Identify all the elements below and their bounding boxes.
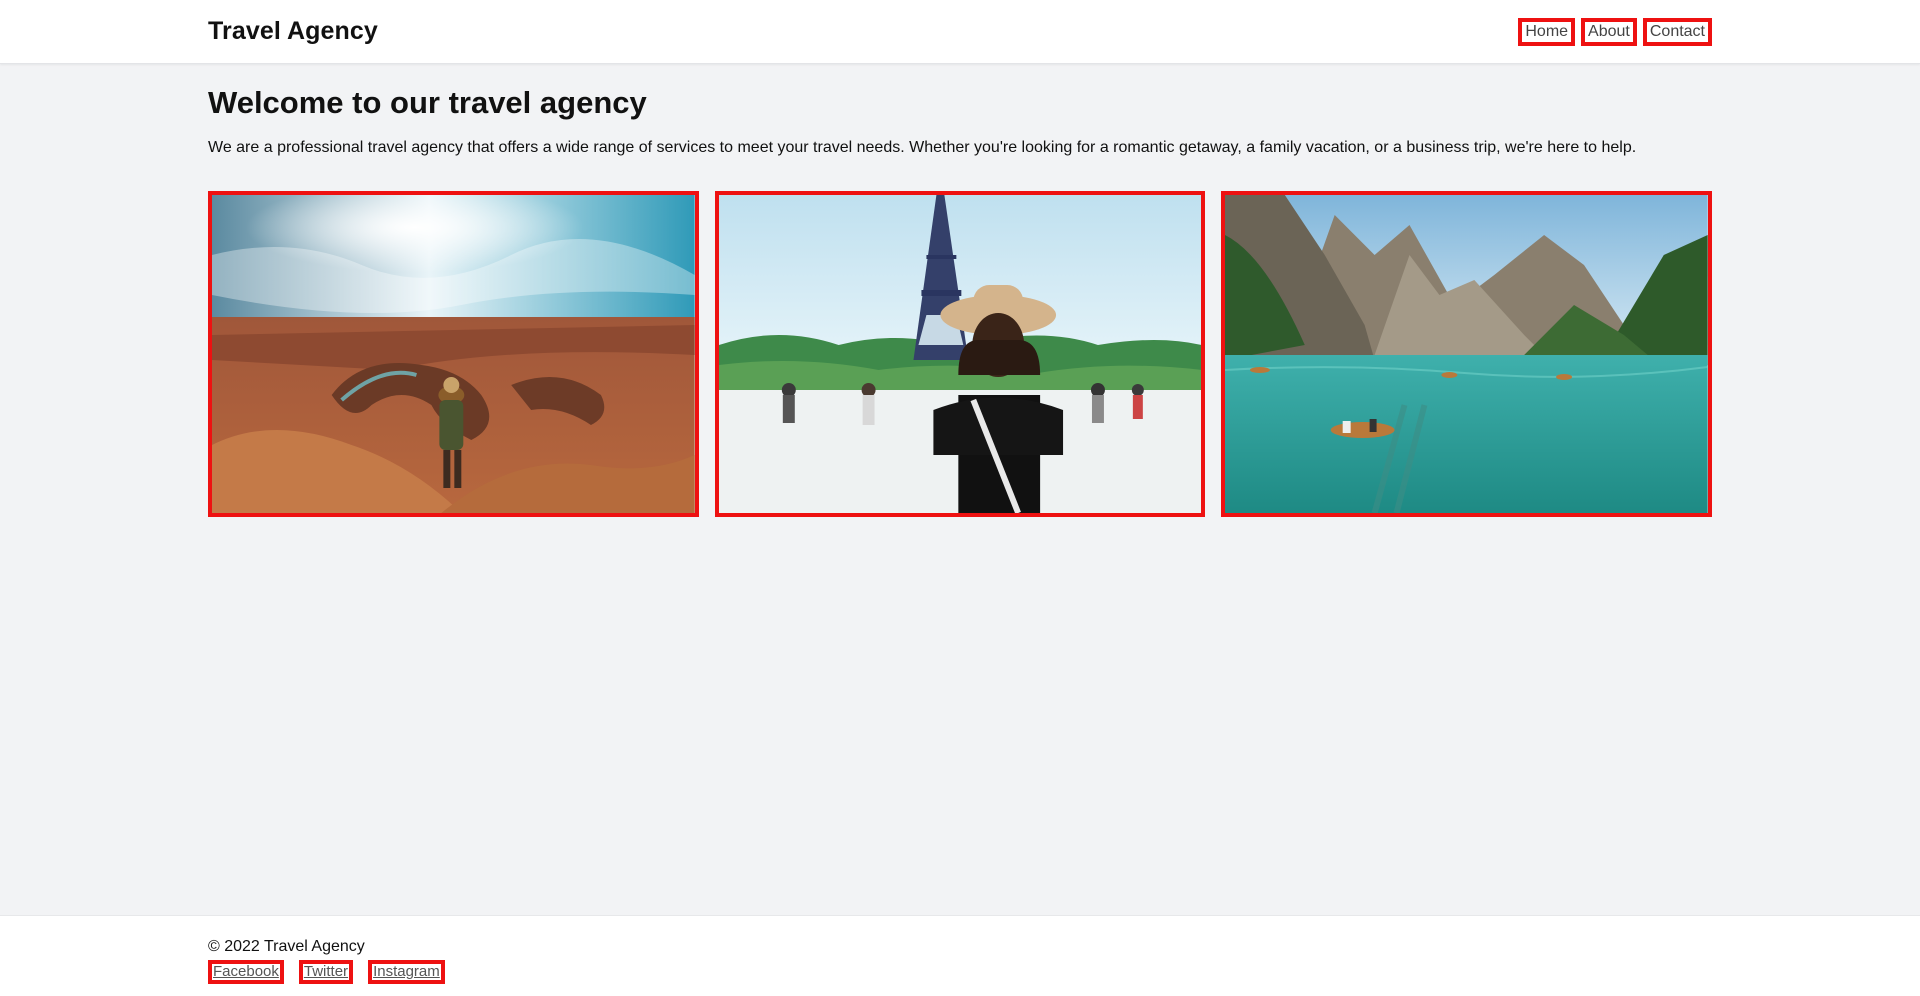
eiffel-tower-photo[interactable] xyxy=(714,191,1206,517)
page-title: Welcome to our travel agency xyxy=(208,85,647,120)
nav-home-link[interactable]: Home xyxy=(1518,17,1576,46)
site-brand[interactable]: Travel Agency xyxy=(208,17,378,46)
instagram-link[interactable]: Instagram xyxy=(368,960,445,984)
main-nav: Home About Contact xyxy=(1518,17,1712,46)
facebook-link[interactable]: Facebook xyxy=(208,960,284,984)
intro-paragraph: We are a professional travel agency that… xyxy=(208,139,1637,156)
nav-contact-link[interactable]: Contact xyxy=(1642,17,1712,46)
main-content: Welcome to our travel agency We are a pr… xyxy=(0,64,1920,517)
canyon-photo[interactable] xyxy=(208,191,699,517)
copyright-text: © 2022 Travel Agency xyxy=(208,938,365,955)
mountain-lake-photo[interactable] xyxy=(1221,191,1713,517)
eiffel-tower-image xyxy=(718,195,1202,513)
twitter-link[interactable]: Twitter xyxy=(298,960,354,984)
site-header: Travel Agency Home About Contact xyxy=(0,0,1920,64)
social-links: Facebook Twitter Instagram xyxy=(208,960,1712,984)
canyon-image xyxy=(212,195,695,513)
site-footer: © 2022 Travel Agency Facebook Twitter In… xyxy=(0,915,1920,996)
nav-about-link[interactable]: About xyxy=(1581,17,1637,46)
mountain-lake-image xyxy=(1225,195,1709,513)
photo-gallery xyxy=(208,191,1713,517)
